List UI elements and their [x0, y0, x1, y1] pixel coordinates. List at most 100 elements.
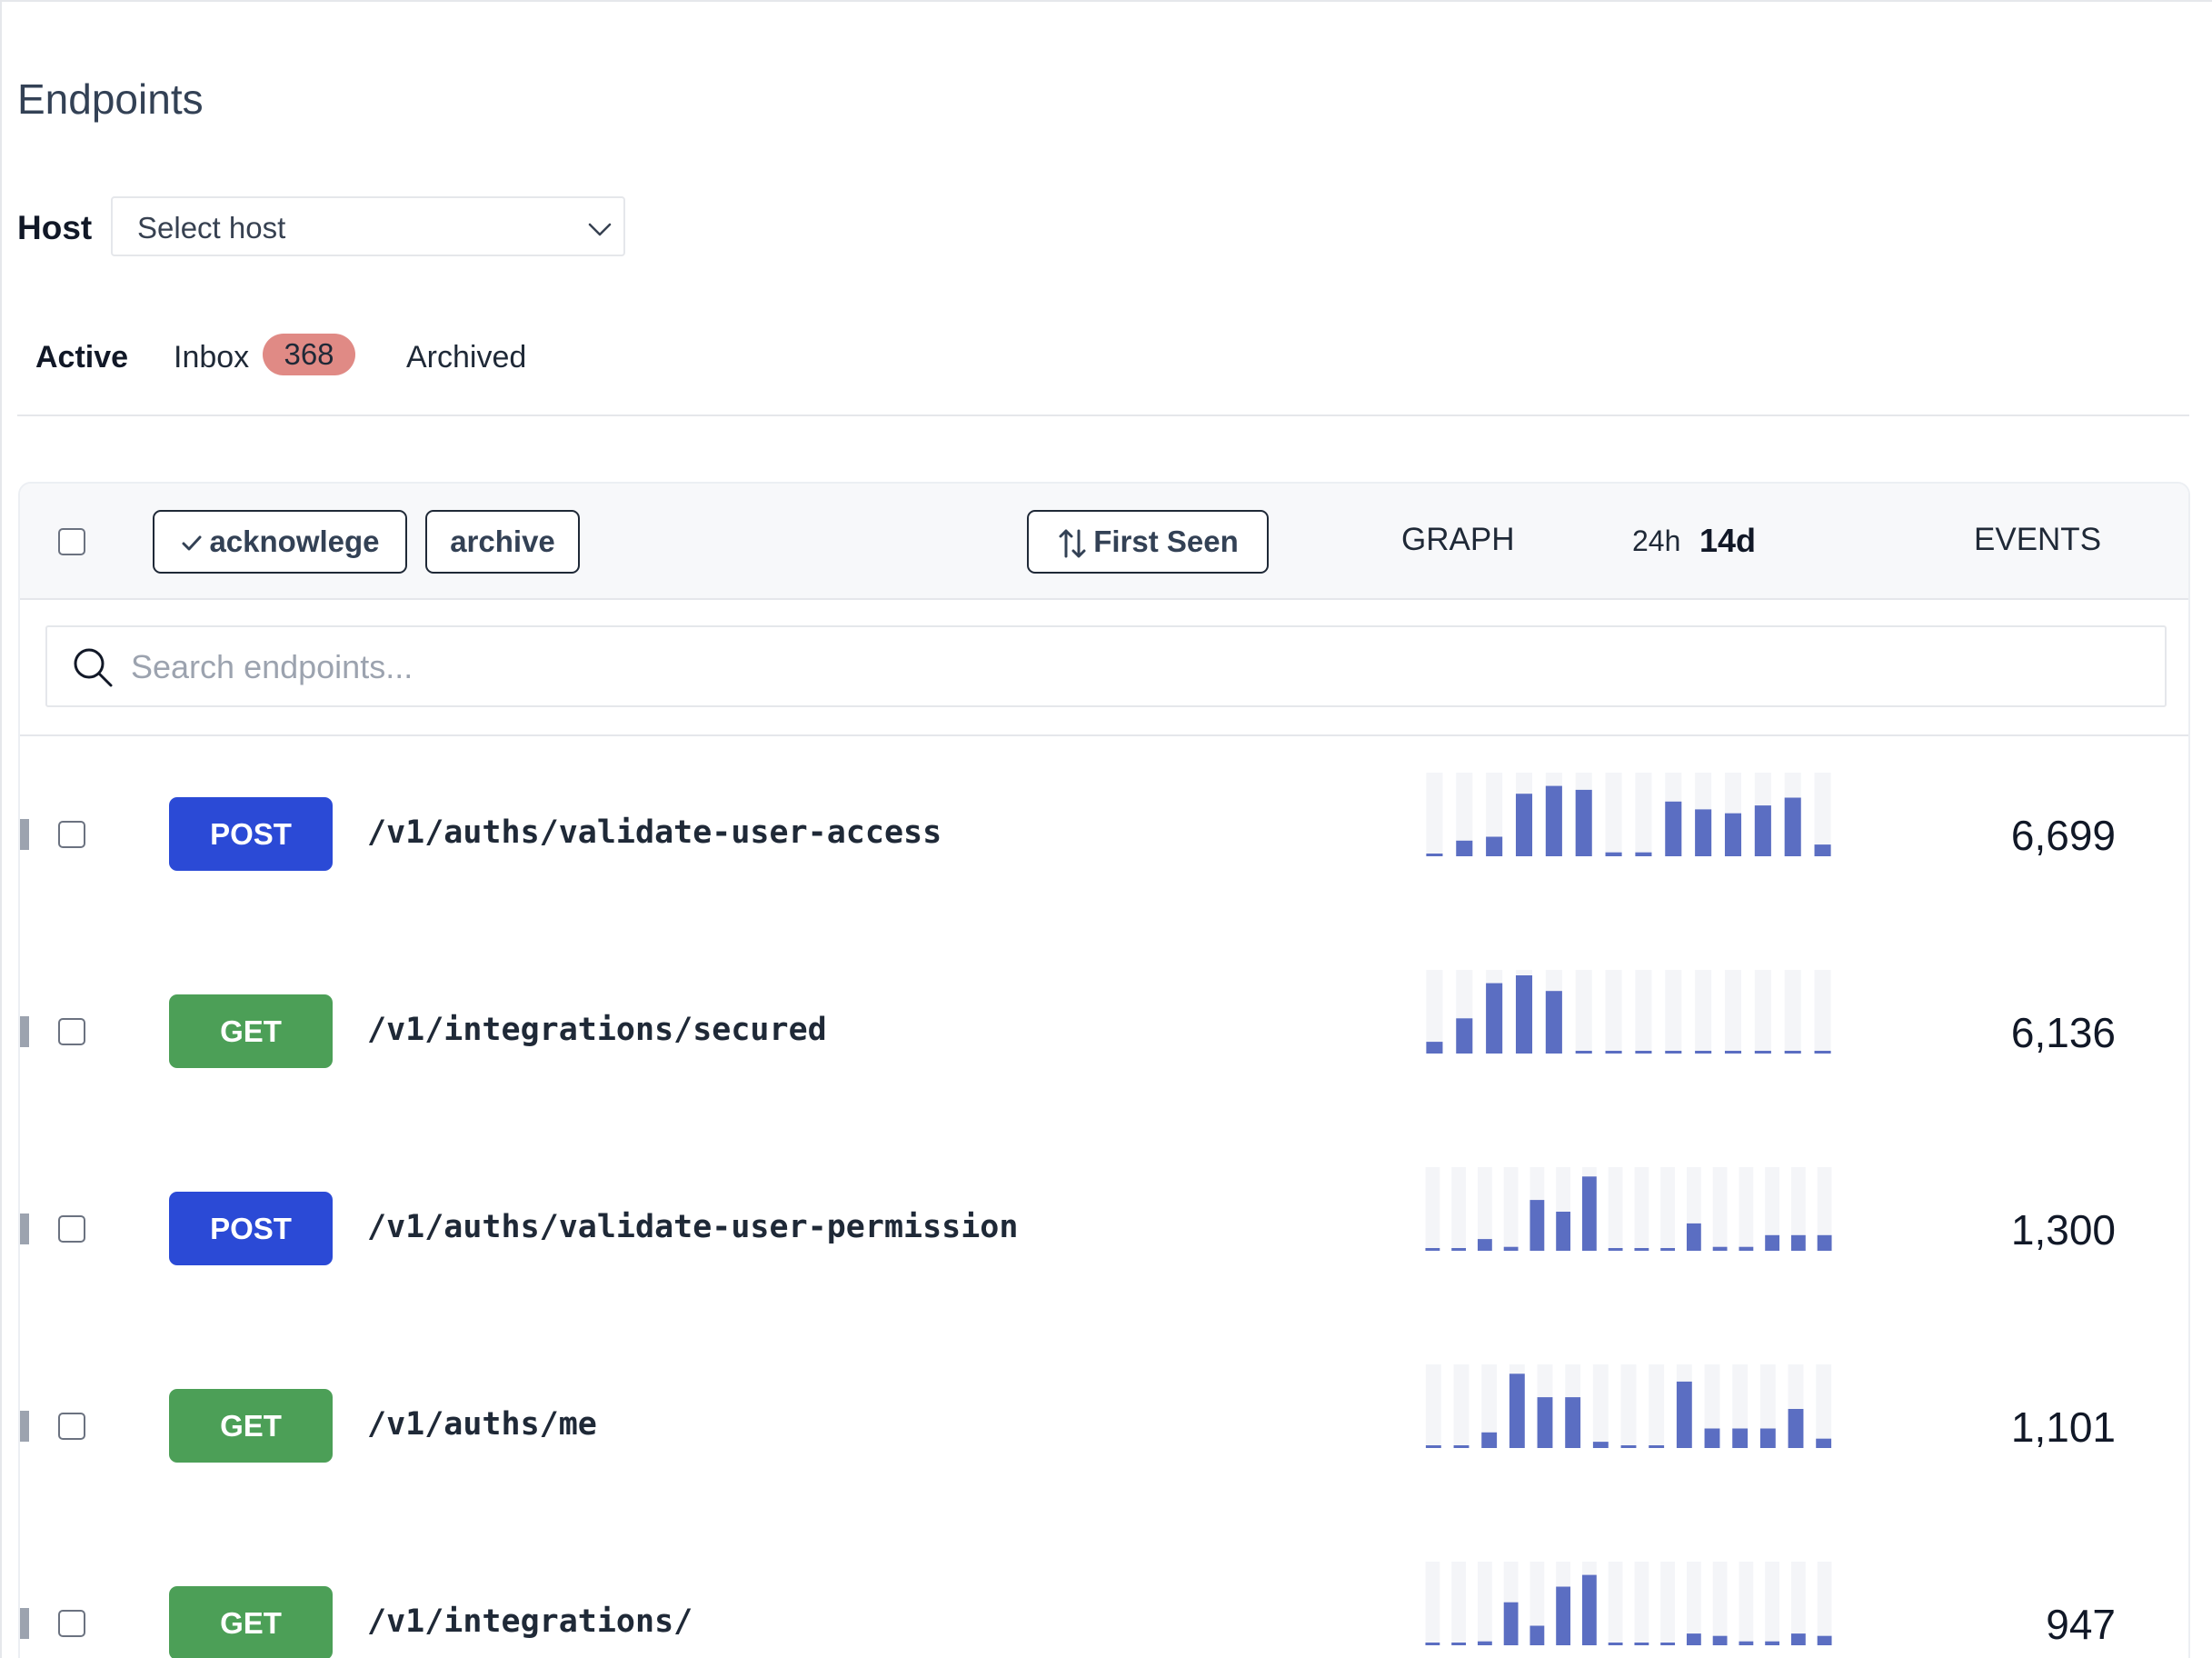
method-badge: GET: [169, 1586, 333, 1658]
endpoint-path[interactable]: /v1/integrations/secured: [367, 1012, 827, 1048]
event-count: 947: [2046, 1601, 2116, 1648]
row-status-marker: [20, 819, 29, 850]
sparkline-bar: [1451, 1643, 1467, 1645]
event-count: 6,699: [2010, 812, 2116, 859]
graph-column-header: GRAPH: [1401, 522, 1515, 557]
sparkline-track: [1712, 1167, 1728, 1251]
sparkline-bar: [1425, 1445, 1441, 1448]
sparkline-bar: [1739, 1641, 1754, 1645]
activity-sparkline: [1425, 1364, 1832, 1448]
sparkline-bar: [1665, 1051, 1682, 1054]
host-select-value: Select host: [137, 211, 286, 245]
sparkline-bar: [1784, 797, 1801, 856]
status-tabs: Active Inbox 368 Archived: [17, 334, 2189, 416]
events-column-header: EVENTS: [1974, 522, 2102, 557]
sparkline-track: [1634, 1167, 1649, 1251]
tab-archived[interactable]: Archived: [406, 340, 526, 375]
archive-button[interactable]: archive: [425, 510, 580, 574]
sparkline-bar: [1817, 1635, 1832, 1645]
sparkline-track: [1425, 1167, 1440, 1251]
sparkline-track: [1660, 1167, 1676, 1251]
endpoint-path[interactable]: /v1/integrations/: [367, 1603, 692, 1640]
sort-first-seen-button[interactable]: First Seen: [1027, 510, 1269, 574]
sparkline-bar: [1456, 1018, 1473, 1054]
sparkline-bar: [1754, 805, 1771, 856]
row-checkbox[interactable]: [58, 821, 85, 848]
sparkline-bar: [1620, 1445, 1637, 1448]
endpoint-path[interactable]: /v1/auths/me: [367, 1406, 597, 1443]
acknowledge-button[interactable]: acknowlege: [153, 510, 407, 574]
row-checkbox[interactable]: [58, 1610, 85, 1637]
tab-active[interactable]: Active: [35, 340, 128, 375]
row-checkbox[interactable]: [58, 1215, 85, 1243]
sparkline-track: [1426, 970, 1443, 1054]
row-status-marker: [20, 1016, 29, 1047]
table-row[interactable]: POST/v1/auths/validate-user-permission 1,…: [20, 1131, 2188, 1328]
sparkline-track: [1765, 1562, 1780, 1645]
sparkline-bar: [1481, 1432, 1498, 1448]
sparkline-track: [1649, 1364, 1665, 1448]
range-14d-toggle[interactable]: 14d: [1699, 522, 1756, 560]
sparkline-track: [1425, 1562, 1440, 1645]
table-row[interactable]: GET/v1/integrations/secured 6,136: [20, 934, 2188, 1131]
sparkline-bar: [1453, 1445, 1470, 1448]
row-status-marker: [20, 1214, 29, 1244]
host-label: Host: [17, 209, 93, 246]
host-select[interactable]: Select host: [111, 196, 625, 256]
sparkline-bar: [1608, 1248, 1623, 1251]
tab-inbox[interactable]: Inbox: [174, 340, 249, 375]
endpoints-page: Endpoints Host Select host Active Inbox …: [0, 0, 2212, 1658]
table-row[interactable]: GET/v1/auths/me 1,101: [20, 1328, 2188, 1525]
sort-label: First Seen: [1093, 524, 1239, 558]
sparkline-bar: [1515, 975, 1533, 1054]
endpoint-path[interactable]: /v1/auths/validate-user-access: [367, 814, 942, 851]
sparkline-bar: [1814, 1051, 1831, 1054]
sparkline-bar: [1635, 852, 1652, 856]
sparkline-bar: [1605, 1051, 1622, 1054]
event-count: 1,300: [2010, 1206, 2116, 1253]
sparkline-bar: [1712, 1635, 1728, 1645]
activity-sparkline: [1425, 1167, 1832, 1251]
sparkline-bar: [1695, 1051, 1712, 1054]
row-status-marker: [20, 1411, 29, 1442]
method-badge: GET: [169, 1389, 333, 1463]
endpoint-path[interactable]: /v1/auths/validate-user-permission: [367, 1209, 1018, 1245]
table-row[interactable]: GET/v1/integrations/947: [20, 1525, 2188, 1658]
event-count: 6,136: [2010, 1009, 2116, 1056]
table-row[interactable]: POST/v1/auths/validate-user-access 6,699: [20, 736, 2188, 934]
archive-label: archive: [450, 524, 555, 558]
sparkline-bar: [1425, 1643, 1440, 1645]
check-icon: [182, 535, 202, 551]
search-row: [20, 600, 2188, 736]
sparkline-track: [1724, 970, 1742, 1054]
sparkline-bar: [1556, 1212, 1571, 1251]
sparkline-bar: [1426, 1042, 1443, 1054]
sparkline-bar: [1426, 854, 1443, 856]
select-all-checkbox[interactable]: [58, 528, 85, 555]
search-box: [45, 625, 2167, 707]
row-checkbox[interactable]: [58, 1018, 85, 1045]
sparkline-track: [1739, 1562, 1754, 1645]
sparkline-bar: [1592, 1442, 1609, 1448]
inbox-count-badge: 368: [263, 334, 355, 375]
sparkline-bar: [1784, 1051, 1801, 1054]
sparkline-track: [1814, 970, 1831, 1054]
sparkline-bar: [1660, 1248, 1676, 1251]
sparkline-track: [1477, 1562, 1492, 1645]
sparkline-bar: [1759, 1428, 1776, 1448]
sparkline-bar: [1814, 844, 1831, 856]
sparkline-bar: [1608, 1643, 1623, 1645]
sparkline-track: [1605, 970, 1622, 1054]
sparkline-track: [1608, 1562, 1623, 1645]
sparkline-bar: [1686, 1223, 1701, 1251]
row-checkbox[interactable]: [58, 1413, 85, 1440]
sparkline-bar: [1605, 852, 1622, 856]
method-badge: POST: [169, 1192, 333, 1265]
range-24h-toggle[interactable]: 24h: [1632, 524, 1680, 558]
search-input[interactable]: [129, 627, 2132, 707]
sparkline-bar: [1817, 1234, 1832, 1251]
sparkline-bar: [1790, 1633, 1806, 1645]
sparkline-bar: [1575, 1051, 1592, 1054]
sparkline-bar: [1503, 1246, 1519, 1251]
sparkline-bar: [1515, 794, 1533, 856]
